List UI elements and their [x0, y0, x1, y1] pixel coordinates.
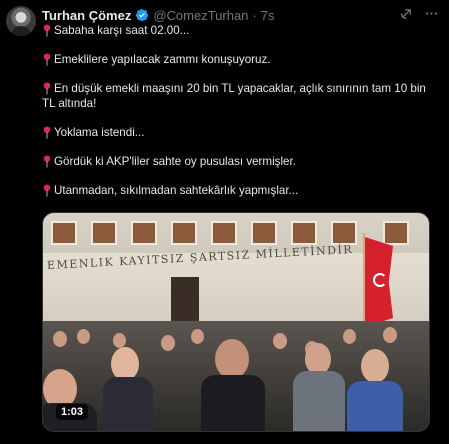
ceiling-window: [251, 221, 277, 245]
tweet-line-text: Utanmadan, sıkılmadan sahtekârlık yapmış…: [54, 184, 299, 197]
crowd-person: [161, 335, 175, 351]
tweet-line-text: Sabaha karşı saat 02.00...: [54, 24, 190, 37]
crowd-person: [383, 327, 397, 343]
crowd-person: [361, 349, 389, 383]
more-icon[interactable]: [424, 6, 439, 21]
tweet-line: Emeklilere yapılacak zammı konuşuyoruz.: [42, 52, 442, 67]
tweet-line-text: Emeklilere yapılacak zammı konuşuyoruz.: [54, 53, 271, 66]
tweet-line-text: TL altında!: [42, 97, 97, 110]
crowd-person: [113, 333, 126, 348]
author-name[interactable]: Turhan Çömez: [42, 8, 131, 23]
ceiling-window: [171, 221, 197, 245]
round-pushpin-icon: [43, 53, 51, 66]
tweet-line-text: Gördük ki AKP'liler sahte oy pusulası ve…: [54, 155, 296, 168]
round-pushpin-icon: [43, 82, 51, 95]
tweet-line: Utanmadan, sıkılmadan sahtekârlık yapmış…: [42, 183, 442, 198]
crowd-person: [77, 329, 90, 344]
ceiling-window: [331, 221, 357, 245]
tweet-line: Sabaha karşı saat 02.00...: [42, 23, 442, 38]
video-player[interactable]: EMENLIK KAYITSIZ ŞARTSIZ MİLLETİNDİR: [42, 212, 430, 432]
tweet-line-text: En düşük emekli maaşını 20 bin TL yapaca…: [54, 82, 426, 95]
crowd-person: [111, 347, 139, 381]
tweet-header: Turhan Çömez @ComezTurhan · 7s: [42, 6, 439, 24]
separator-dot: ·: [252, 7, 257, 23]
crowd-person: [215, 339, 249, 379]
ceiling-window: [211, 221, 237, 245]
tweet-line: Gördük ki AKP'liler sahte oy pusulası ve…: [42, 154, 442, 169]
crowd-person: [53, 331, 67, 347]
round-pushpin-icon: [43, 155, 51, 168]
crowd-person: [293, 371, 345, 431]
tweet-line-text: Yoklama istendi...: [54, 126, 145, 139]
tweet-line: Yoklama istendi...: [42, 125, 442, 140]
author-avatar[interactable]: [6, 6, 36, 36]
crowd-person: [347, 381, 403, 431]
ceiling-window: [131, 221, 157, 245]
round-pushpin-icon: [43, 126, 51, 139]
crowd-person: [343, 329, 356, 344]
verified-badge-icon: [136, 9, 149, 22]
video-duration: 1:03: [56, 404, 89, 420]
tweet-line: En düşük emekli maaşını 20 bin TL yapaca…: [42, 81, 442, 96]
tweet-text: Sabaha karşı saat 02.00... Emeklilere ya…: [42, 23, 442, 198]
crowd-person: [201, 375, 265, 431]
crowd-person: [273, 333, 287, 349]
round-pushpin-icon: [43, 184, 51, 197]
crowd: [43, 321, 429, 431]
crowd-person: [191, 329, 204, 344]
ceiling-window: [91, 221, 117, 245]
turkish-flag: [365, 237, 393, 327]
grok-icon[interactable]: [399, 6, 414, 21]
round-pushpin-icon: [43, 24, 51, 37]
crowd-person: [103, 377, 153, 431]
ceiling-window: [383, 221, 409, 245]
author-handle[interactable]: @ComezTurhan: [153, 8, 248, 23]
tweet-time[interactable]: 7s: [261, 8, 275, 23]
ceiling-window: [291, 221, 317, 245]
ceiling-window: [51, 221, 77, 245]
